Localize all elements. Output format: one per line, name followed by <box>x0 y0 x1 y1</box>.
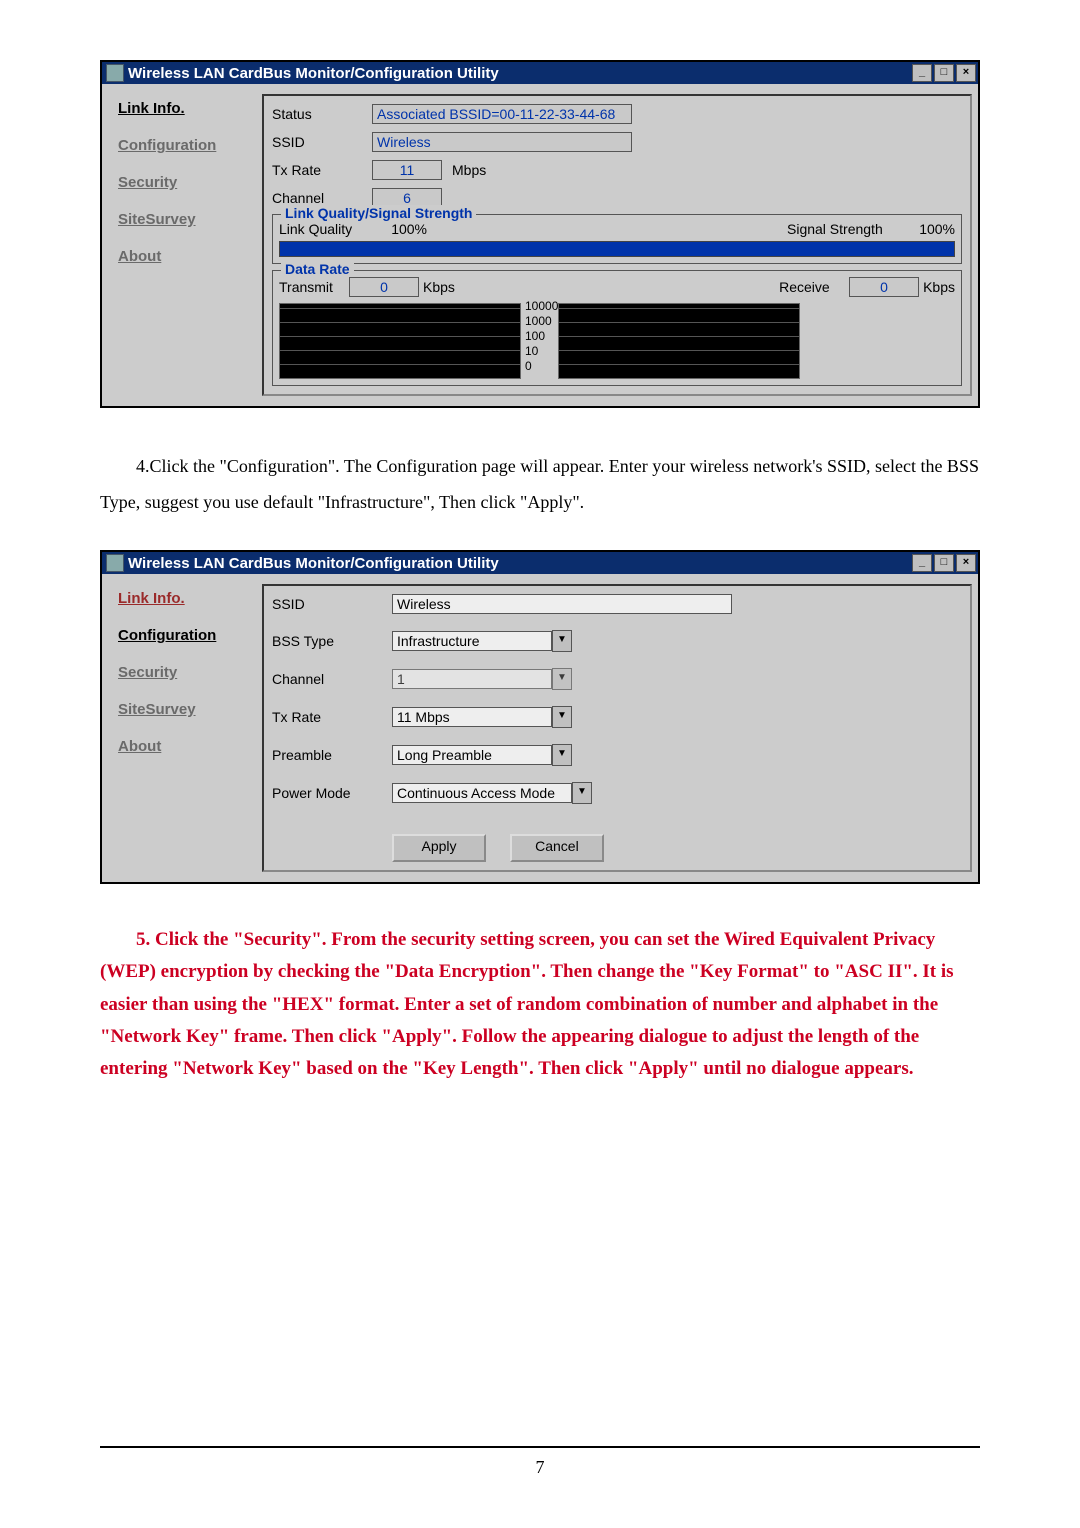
maximize-button-2[interactable]: □ <box>934 554 954 572</box>
chevron-down-icon: ▼ <box>552 706 572 728</box>
select-txrate[interactable]: 11 Mbps ▼ <box>392 706 572 728</box>
sidebar-2: Link Info. Configuration Security SiteSu… <box>108 584 262 872</box>
nav-link-info-2[interactable]: Link Info. <box>118 590 258 607</box>
legend-quality: Link Quality/Signal Strength <box>281 205 476 221</box>
maximize-button[interactable]: □ <box>934 64 954 82</box>
window-configuration: Wireless LAN CardBus Monitor/Configurati… <box>100 550 980 884</box>
paragraph-step5: 5. Click the "Security". From the securi… <box>100 924 980 1085</box>
close-button[interactable]: × <box>956 64 976 82</box>
nav-sitesurvey[interactable]: SiteSurvey <box>118 211 258 228</box>
label-channel: Channel <box>272 190 372 206</box>
legend-datarate: Data Rate <box>281 261 354 277</box>
value-transmit[interactable]: 0 <box>349 277 419 297</box>
window-link-info: Wireless LAN CardBus Monitor/Configurati… <box>100 60 980 408</box>
value-link-quality: 100% <box>367 221 427 237</box>
label-bsstype: BSS Type <box>272 633 392 649</box>
nav-configuration-2[interactable]: Configuration <box>118 627 258 644</box>
label-transmit: Transmit <box>279 279 349 295</box>
label-status: Status <box>272 106 372 122</box>
minimize-button[interactable]: _ <box>912 64 932 82</box>
fieldset-quality: Link Quality/Signal Strength Link Qualit… <box>272 214 962 264</box>
app-icon <box>106 64 124 82</box>
chevron-down-icon: ▼ <box>552 744 572 766</box>
nav-sitesurvey-2[interactable]: SiteSurvey <box>118 701 258 718</box>
value-receive[interactable]: 0 <box>849 277 919 297</box>
select-channel[interactable]: 1 ▼ <box>392 668 572 690</box>
label-cfg-txrate: Tx Rate <box>272 709 392 725</box>
nav-configuration[interactable]: Configuration <box>118 137 258 154</box>
app-icon-2 <box>106 554 124 572</box>
window-title-2: Wireless LAN CardBus Monitor/Configurati… <box>128 555 912 572</box>
chart-transmit <box>279 303 521 379</box>
chevron-down-icon: ▼ <box>552 630 572 652</box>
nav-security[interactable]: Security <box>118 174 258 191</box>
titlebar-2[interactable]: Wireless LAN CardBus Monitor/Configurati… <box>102 552 978 574</box>
value-status[interactable]: Associated BSSID=00-11-22-33-44-68 <box>372 104 632 124</box>
unit-kbps-tx: Kbps <box>423 279 473 295</box>
page-number: 7 <box>100 1457 980 1478</box>
config-panel: SSID Wireless BSS Type Infrastructure ▼ … <box>262 584 972 872</box>
titlebar[interactable]: Wireless LAN CardBus Monitor/Configurati… <box>102 62 978 84</box>
apply-button[interactable]: Apply <box>392 834 486 862</box>
label-ssid: SSID <box>272 134 372 150</box>
label-txrate: Tx Rate <box>272 162 372 178</box>
minimize-button-2[interactable]: _ <box>912 554 932 572</box>
label-link-quality: Link Quality <box>279 221 359 237</box>
bar-quality <box>279 241 955 257</box>
select-bsstype[interactable]: Infrastructure ▼ <box>392 630 572 652</box>
label-preamble: Preamble <box>272 747 392 763</box>
chart-scale: 10000 1000 100 10 0 <box>521 299 558 374</box>
sidebar: Link Info. Configuration Security SiteSu… <box>108 94 262 396</box>
fieldset-datarate: Data Rate Transmit 0 Kbps Receive 0 Kbps… <box>272 270 962 386</box>
chart-receive <box>558 303 800 379</box>
nav-about-2[interactable]: About <box>118 738 258 755</box>
close-button-2[interactable]: × <box>956 554 976 572</box>
label-signal-strength: Signal Strength <box>787 221 897 237</box>
footer-rule <box>100 1446 980 1448</box>
unit-kbps-rx: Kbps <box>923 279 955 295</box>
value-signal-strength: 100% <box>905 221 955 237</box>
label-cfg-channel: Channel <box>272 671 392 687</box>
unit-mbps: Mbps <box>452 162 486 178</box>
label-cfg-ssid: SSID <box>272 596 392 612</box>
select-preamble[interactable]: Long Preamble ▼ <box>392 744 572 766</box>
input-cfg-ssid[interactable]: Wireless <box>392 594 732 614</box>
value-txrate[interactable]: 11 <box>372 160 442 180</box>
chevron-down-icon: ▼ <box>552 668 572 690</box>
nav-link-info[interactable]: Link Info. <box>118 100 258 117</box>
paragraph-step4: 4.Click the "Configuration". The Configu… <box>100 448 980 520</box>
value-ssid[interactable]: Wireless <box>372 132 632 152</box>
window-title: Wireless LAN CardBus Monitor/Configurati… <box>128 65 912 82</box>
label-receive: Receive <box>779 279 849 295</box>
label-powermode: Power Mode <box>272 785 392 801</box>
nav-about[interactable]: About <box>118 248 258 265</box>
chevron-down-icon: ▼ <box>572 782 592 804</box>
select-powermode[interactable]: Continuous Access Mode ▼ <box>392 782 592 804</box>
nav-security-2[interactable]: Security <box>118 664 258 681</box>
link-info-panel: Status Associated BSSID=00-11-22-33-44-6… <box>262 94 972 396</box>
cancel-button[interactable]: Cancel <box>510 834 604 862</box>
